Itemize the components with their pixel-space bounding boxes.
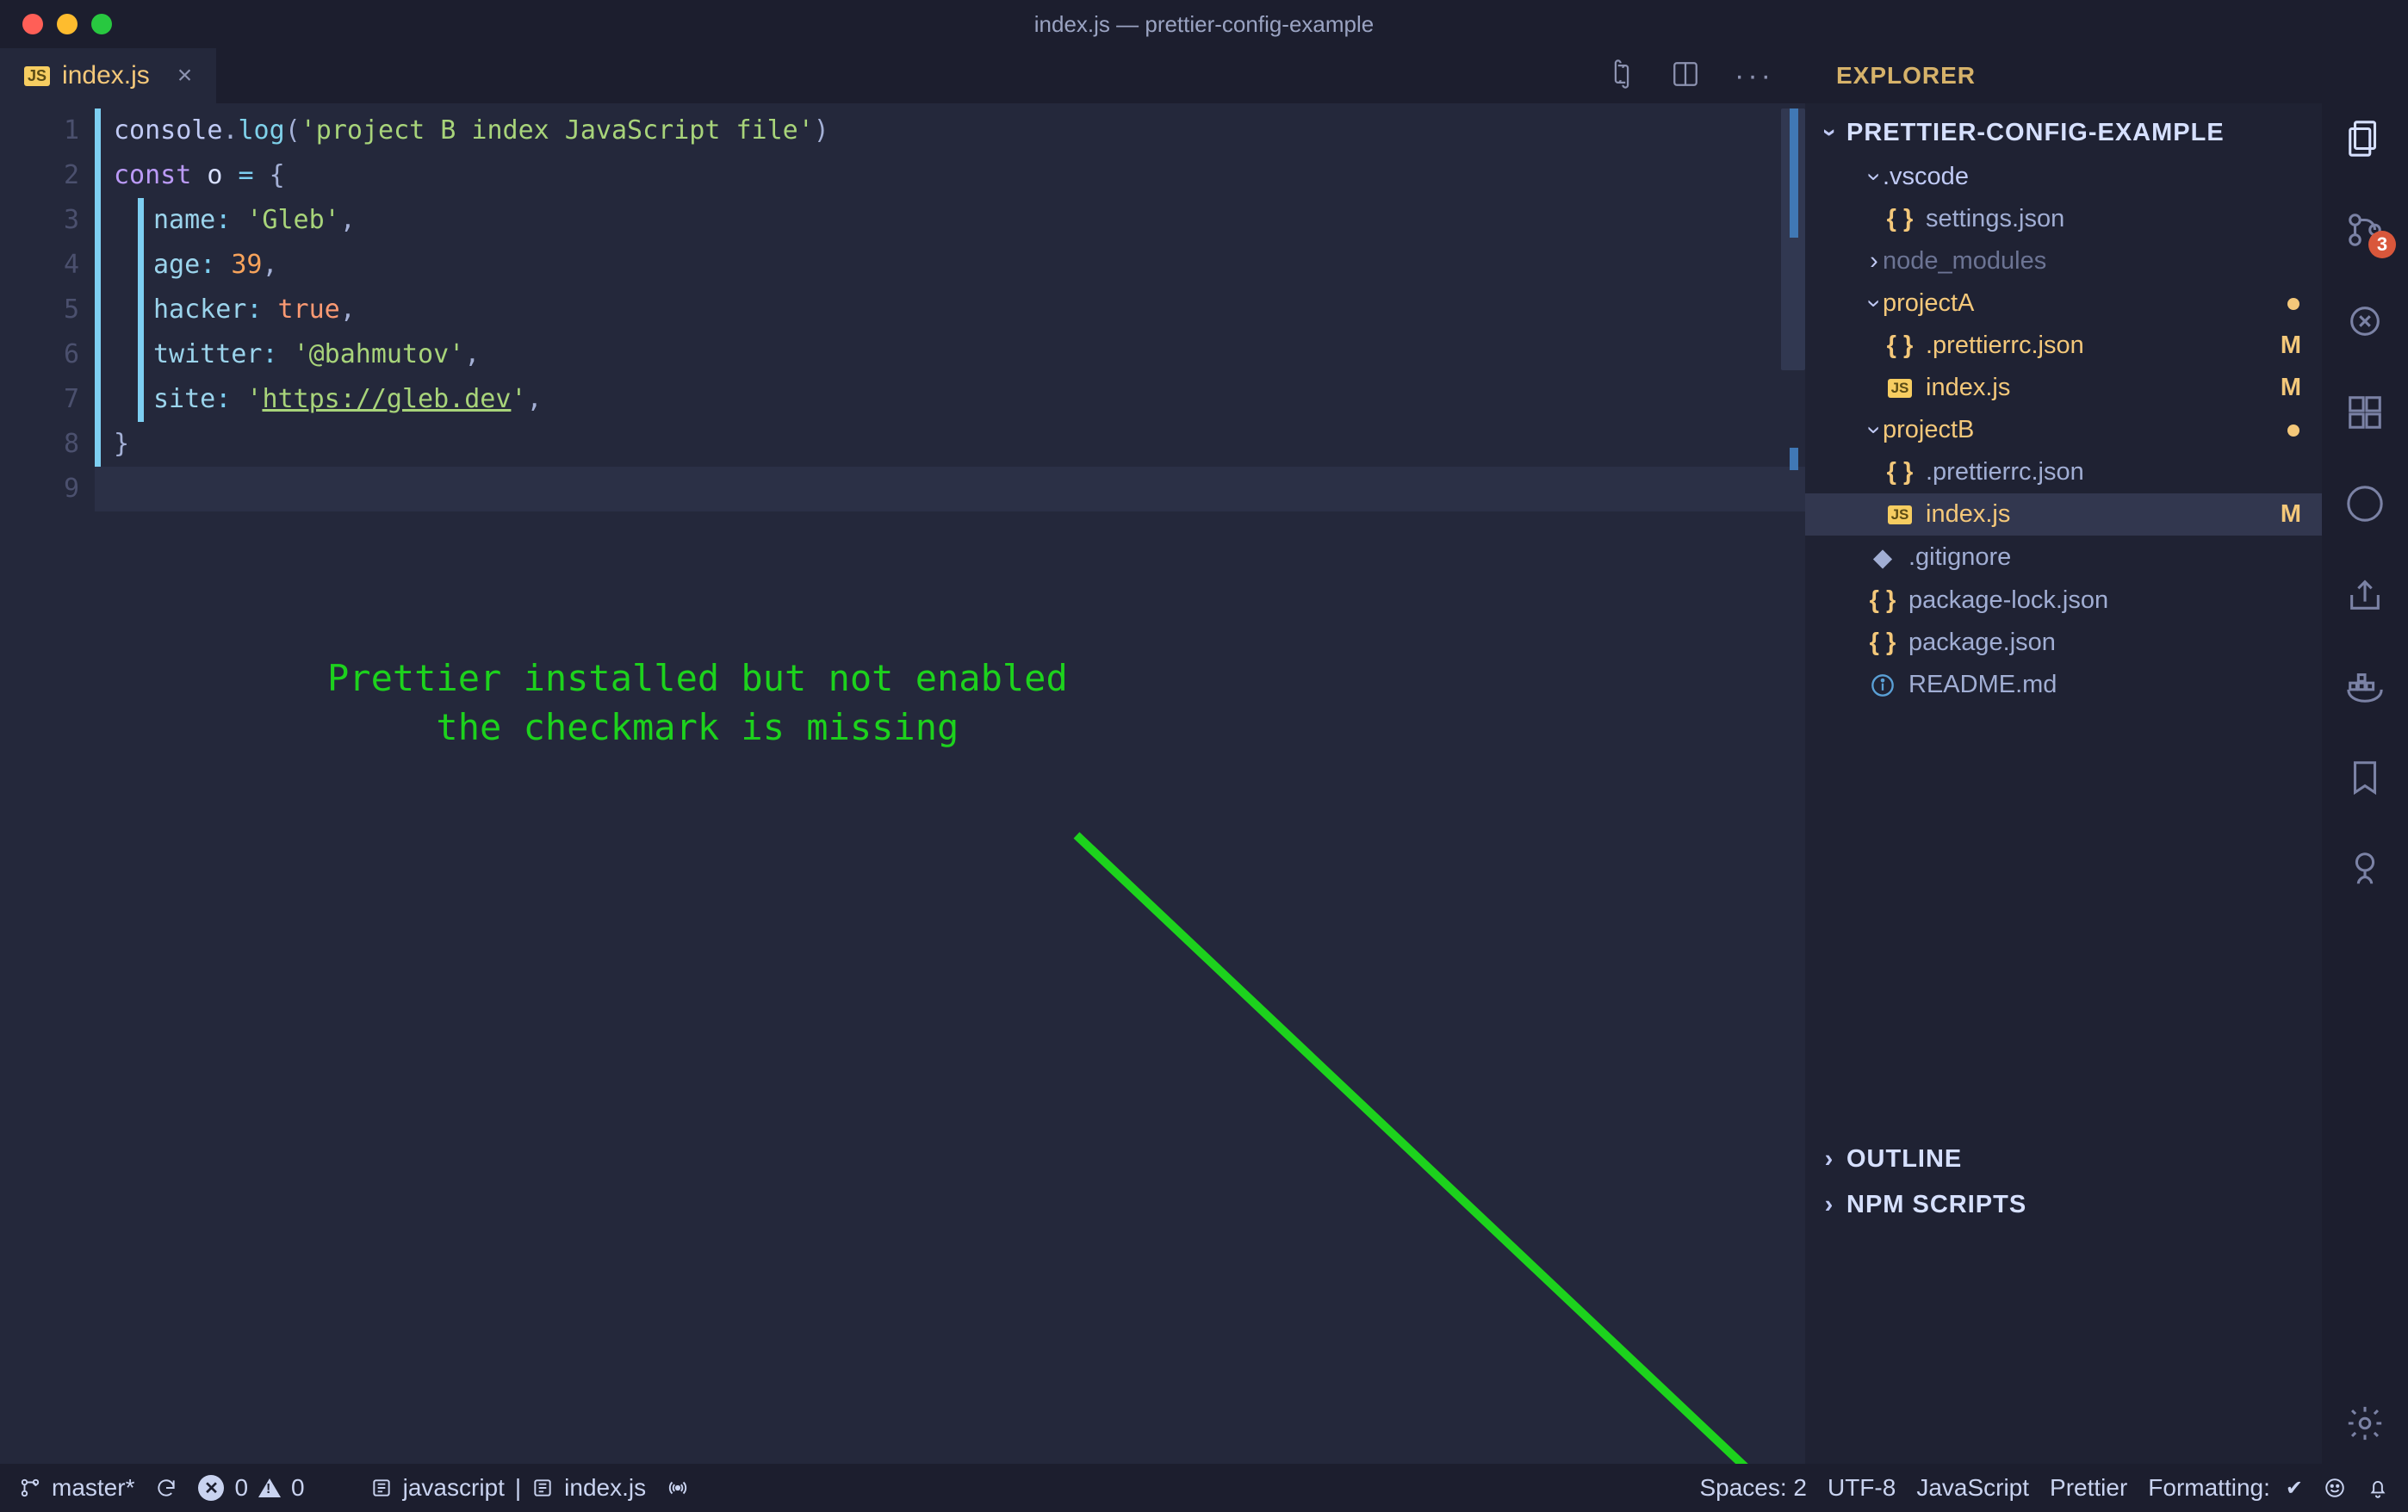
file-package-lock[interactable]: { } package-lock.json	[1805, 579, 2322, 622]
json-file-icon: { }	[1883, 205, 1917, 233]
outline-section[interactable]: OUTLINE	[1805, 1137, 2322, 1182]
json-file-icon: { }	[1883, 332, 1917, 360]
chevron-down-icon	[1821, 119, 1838, 147]
file-readme[interactable]: README.md	[1805, 664, 2322, 706]
chevron-right-icon	[1865, 247, 1883, 276]
chevron-down-icon	[1865, 416, 1883, 444]
share-icon[interactable]	[2345, 575, 2385, 615]
git-gutter-modified-indent	[138, 198, 144, 422]
sync-icon	[155, 1477, 177, 1499]
split-editor-icon[interactable]	[1671, 59, 1700, 93]
window-zoom-icon[interactable]	[91, 14, 112, 34]
git-status-M: M	[2281, 332, 2301, 360]
tab-label: index.js	[62, 61, 150, 90]
overview-ruler	[1771, 103, 1805, 1464]
js-file-icon: JS	[1888, 505, 1913, 524]
files-icon[interactable]	[2345, 119, 2385, 158]
file-projectA-index[interactable]: JS index.js M	[1805, 367, 2322, 409]
folder-vscode[interactable]: .vscode	[1805, 156, 2322, 198]
extensions-icon[interactable]	[2345, 393, 2385, 432]
broadcast-icon	[667, 1477, 689, 1499]
explorer-heading: EXPLORER	[1805, 48, 2322, 103]
scm-badge: 3	[2368, 231, 2396, 258]
window-title: index.js — prettier-config-example	[0, 11, 2408, 38]
js-file-icon: JS	[24, 66, 50, 86]
close-icon[interactable]: ×	[177, 61, 193, 90]
compare-changes-icon[interactable]	[1607, 59, 1636, 93]
window-minimize-icon[interactable]	[57, 14, 78, 34]
folder-node-modules[interactable]: node_modules	[1805, 240, 2322, 282]
file-projectB-index[interactable]: JS index.js M	[1805, 493, 2322, 536]
debug-icon[interactable]	[2345, 301, 2385, 341]
npm-scripts-section[interactable]: NPM SCRIPTS	[1805, 1182, 2322, 1228]
annotation-text: Prettier installed but not enabled the c…	[327, 654, 1068, 752]
folder-projectB[interactable]: projectB	[1805, 409, 2322, 451]
tab-index-js[interactable]: JS index.js ×	[0, 48, 216, 103]
explorer-sidebar: PRETTIER-CONFIG-EXAMPLE .vscode { } sett…	[1805, 103, 2322, 1464]
status-bar: master* ✕0 !0 javascript | index.js Spac…	[0, 1464, 2408, 1512]
symbol-icon	[370, 1477, 393, 1499]
chevron-right-icon	[1821, 1145, 1838, 1174]
folder-projectA[interactable]: projectA	[1805, 282, 2322, 325]
indentation-indicator[interactable]: Spaces: 2	[1699, 1474, 1807, 1502]
problems-indicator[interactable]: ✕0 !0	[198, 1474, 304, 1502]
window-close-icon[interactable]	[22, 14, 43, 34]
notifications-bell-icon[interactable]	[2367, 1477, 2389, 1499]
git-branch-icon	[19, 1477, 41, 1499]
macos-titlebar: index.js — prettier-config-example	[0, 0, 2408, 48]
editor-area[interactable]: 1 2 3 4 5 6 7 8 9 console.log('project B…	[0, 103, 1805, 1464]
modified-dot-icon	[2287, 424, 2299, 437]
code-content[interactable]: console.log('project B index JavaScript …	[95, 103, 1805, 1464]
chevron-down-icon	[1865, 163, 1883, 191]
language-mode-indicator[interactable]: JavaScript	[1916, 1474, 2029, 1502]
sync-changes-button[interactable]	[155, 1477, 177, 1499]
editor-tabbar: JS index.js × ···	[0, 48, 1805, 103]
file-package-json[interactable]: { } package.json	[1805, 622, 2322, 664]
file-gitignore[interactable]: ◆ .gitignore	[1805, 536, 2322, 579]
git-branch-indicator[interactable]: master*	[19, 1474, 134, 1502]
cypress-icon[interactable]	[2345, 849, 2385, 889]
error-count-icon: ✕	[198, 1475, 224, 1501]
symbol-icon	[531, 1477, 554, 1499]
encoding-indicator[interactable]: UTF-8	[1828, 1474, 1896, 1502]
json-file-icon: { }	[1883, 458, 1917, 486]
docker-icon[interactable]	[2345, 666, 2385, 706]
gitignore-file-icon: ◆	[1865, 542, 1900, 573]
formatting-status[interactable]: Formatting:	[2148, 1474, 2303, 1502]
feedback-smiley-icon[interactable]	[2324, 1477, 2346, 1499]
live-server-button[interactable]	[667, 1477, 689, 1499]
chevron-down-icon	[1865, 289, 1883, 318]
active-line-highlight	[95, 467, 1805, 511]
file-projectB-prettierrc[interactable]: { } .prettierrc.json	[1805, 451, 2322, 493]
warning-count-icon: !	[258, 1478, 281, 1497]
chevron-right-icon	[1821, 1191, 1838, 1219]
json-file-icon: { }	[1865, 629, 1900, 657]
modified-dot-icon	[2287, 298, 2299, 310]
file-projectA-prettierrc[interactable]: { } .prettierrc.json M	[1805, 325, 2322, 367]
language-context[interactable]: javascript | index.js	[370, 1474, 646, 1502]
js-file-icon: JS	[1888, 379, 1913, 398]
info-file-icon	[1865, 673, 1900, 697]
bookmark-icon[interactable]	[2345, 758, 2385, 797]
more-actions-icon[interactable]: ···	[1735, 59, 1774, 93]
line-number-gutter: 1 2 3 4 5 6 7 8 9	[0, 103, 95, 1464]
explorer-root[interactable]: PRETTIER-CONFIG-EXAMPLE	[1805, 110, 2322, 156]
json-file-icon: { }	[1865, 586, 1900, 615]
git-status-M: M	[2281, 374, 2301, 402]
prettier-status[interactable]: Prettier	[2050, 1474, 2127, 1502]
github-icon[interactable]	[2345, 484, 2385, 524]
file-settings-json[interactable]: { } settings.json	[1805, 198, 2322, 240]
git-status-M: M	[2281, 500, 2301, 529]
settings-gear-icon[interactable]	[2345, 1404, 2385, 1443]
activity-bar: 3	[2322, 103, 2408, 1464]
git-gutter-modified	[95, 108, 101, 467]
